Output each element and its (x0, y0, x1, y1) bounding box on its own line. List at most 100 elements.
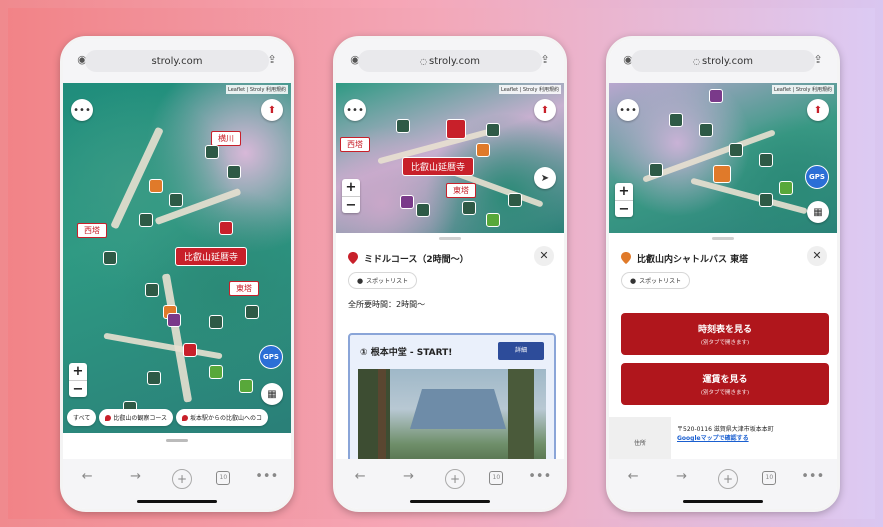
zoom-control[interactable]: + − (69, 363, 87, 397)
back-button[interactable]: ← (348, 469, 372, 484)
share-icon[interactable]: ⇪ (265, 53, 279, 67)
close-button[interactable]: ✕ (807, 246, 827, 266)
back-button[interactable]: ← (621, 469, 645, 484)
map-marker[interactable] (209, 365, 223, 379)
map-marker[interactable] (476, 143, 490, 157)
gps-button[interactable]: GPS (259, 345, 283, 369)
zoom-out-button[interactable]: − (615, 200, 633, 217)
course-stop-card[interactable]: ① 根本中堂 - START! 詳細 (348, 333, 556, 473)
map-marker[interactable] (462, 201, 476, 215)
map-marker[interactable] (205, 145, 219, 159)
layer-button[interactable]: ▦ (807, 201, 829, 223)
compass-button[interactable]: ⬆ (261, 99, 283, 121)
forward-button[interactable]: → (670, 469, 694, 484)
map-marker[interactable] (147, 371, 161, 385)
map-marker[interactable] (779, 181, 793, 195)
zoom-control[interactable]: + − (342, 179, 360, 213)
map-marker[interactable] (239, 379, 253, 393)
map-marker[interactable] (759, 193, 773, 207)
zoom-out-button[interactable]: − (69, 380, 87, 397)
fare-button[interactable]: 運賃を見る (別タブで開きます) (621, 363, 829, 405)
tabs-button[interactable]: 10 (489, 471, 504, 485)
map-marker[interactable] (139, 213, 153, 227)
map-marker[interactable] (103, 251, 117, 265)
map-marker[interactable] (759, 153, 773, 167)
map-marker[interactable] (169, 193, 183, 207)
url-field[interactable]: stroly.com (85, 50, 269, 72)
map-marker[interactable] (416, 203, 430, 217)
zoom-in-button[interactable]: + (342, 179, 360, 196)
map-attribution[interactable]: Leaflet | Stroly 利用規約 (226, 85, 288, 94)
gps-button[interactable]: GPS (805, 165, 829, 189)
map-marker[interactable] (649, 163, 663, 177)
more-button[interactable]: ••• (528, 469, 552, 484)
map-attribution[interactable]: Leaflet | Stroly 利用規約 (499, 85, 561, 94)
map-marker[interactable] (699, 123, 713, 137)
map-sign-todo[interactable]: 東塔 (446, 183, 476, 198)
map-menu-button[interactable]: ••• (344, 99, 366, 121)
timetable-button[interactable]: 時刻表を見る (別タブで開きます) (621, 313, 829, 355)
tabs-button[interactable]: 10 (216, 471, 231, 485)
new-tab-button[interactable]: + (444, 469, 465, 489)
compass-button[interactable]: ⬆ (807, 99, 829, 121)
locate-button[interactable]: ➤ (534, 167, 556, 189)
new-tab-button[interactable]: + (717, 469, 738, 489)
map-marker[interactable] (167, 313, 181, 327)
map-marker[interactable] (149, 179, 163, 193)
browser-address-bar[interactable]: ◉ ◌ stroly.com ⇪ (609, 39, 837, 83)
zoom-control[interactable]: + − (615, 183, 633, 217)
close-button[interactable]: ✕ (534, 246, 554, 266)
browser-address-bar[interactable]: ◉ ◌ stroly.com ⇪ (336, 39, 564, 83)
map-marker[interactable] (183, 343, 197, 357)
sheet-grip[interactable] (166, 439, 188, 442)
filter-course-1[interactable]: 比叡山の観察コース (99, 409, 174, 426)
filter-course-2[interactable]: 坂本駅からの比叡山へのコ (176, 409, 269, 426)
more-button[interactable]: ••• (255, 469, 279, 484)
forward-button[interactable]: → (397, 469, 421, 484)
selected-bus-marker[interactable] (713, 165, 731, 183)
map-menu-button[interactable]: ••• (617, 99, 639, 121)
map-marker[interactable] (227, 165, 241, 179)
zoom-in-button[interactable]: + (615, 183, 633, 200)
map-marker[interactable] (508, 193, 522, 207)
detail-button[interactable]: 詳細 (498, 342, 544, 360)
map-marker[interactable] (219, 221, 233, 235)
illustrated-map[interactable]: Leaflet | Stroly 利用規約 ••• ⬆ 横川 西塔 東塔 比叡山… (63, 83, 291, 433)
illustrated-map[interactable]: Leaflet | Stroly 利用規約 ••• ⬆ + − GPS ▦ (609, 83, 837, 233)
map-marker[interactable] (400, 195, 414, 209)
map-menu-button[interactable]: ••• (71, 99, 93, 121)
map-sign-saito[interactable]: 西塔 (340, 137, 370, 152)
map-attribution[interactable]: Leaflet | Stroly 利用規約 (772, 85, 834, 94)
map-marker[interactable] (145, 283, 159, 297)
temple-banner[interactable]: 比叡山延暦寺 (175, 247, 248, 266)
url-field[interactable]: ◌ stroly.com (358, 50, 542, 72)
spot-list-button[interactable]: ● スポットリスト (348, 272, 418, 289)
more-button[interactable]: ••• (801, 469, 825, 484)
map-marker[interactable] (396, 119, 410, 133)
map-sign-saito[interactable]: 西塔 (77, 223, 107, 238)
layer-button[interactable]: ▦ (261, 383, 283, 405)
selected-marker[interactable] (446, 119, 466, 139)
google-maps-link[interactable]: Googleマップで確認する (677, 434, 831, 443)
temple-banner[interactable]: 比叡山延暦寺 (402, 157, 475, 176)
map-marker[interactable] (486, 123, 500, 137)
browser-address-bar[interactable]: ◉ stroly.com ⇪ (63, 39, 291, 83)
map-sign-yokawa[interactable]: 横川 (211, 131, 241, 146)
zoom-in-button[interactable]: + (69, 363, 87, 380)
map-sign-todo[interactable]: 東塔 (229, 281, 259, 296)
share-icon[interactable]: ⇪ (538, 53, 552, 67)
share-icon[interactable]: ⇪ (811, 53, 825, 67)
map-marker[interactable] (729, 143, 743, 157)
back-button[interactable]: ← (75, 469, 99, 484)
filter-all[interactable]: すべて (67, 409, 97, 426)
compass-button[interactable]: ⬆ (534, 99, 556, 121)
map-marker[interactable] (245, 305, 259, 319)
url-field[interactable]: ◌ stroly.com (631, 50, 815, 72)
map-marker[interactable] (486, 213, 500, 227)
zoom-out-button[interactable]: − (342, 196, 360, 213)
tabs-button[interactable]: 10 (762, 471, 777, 485)
illustrated-map[interactable]: Leaflet | Stroly 利用規約 ••• ⬆ 西塔 東塔 比叡山延暦寺… (336, 83, 564, 233)
map-marker[interactable] (669, 113, 683, 127)
map-marker[interactable] (709, 89, 723, 103)
new-tab-button[interactable]: + (171, 469, 192, 489)
